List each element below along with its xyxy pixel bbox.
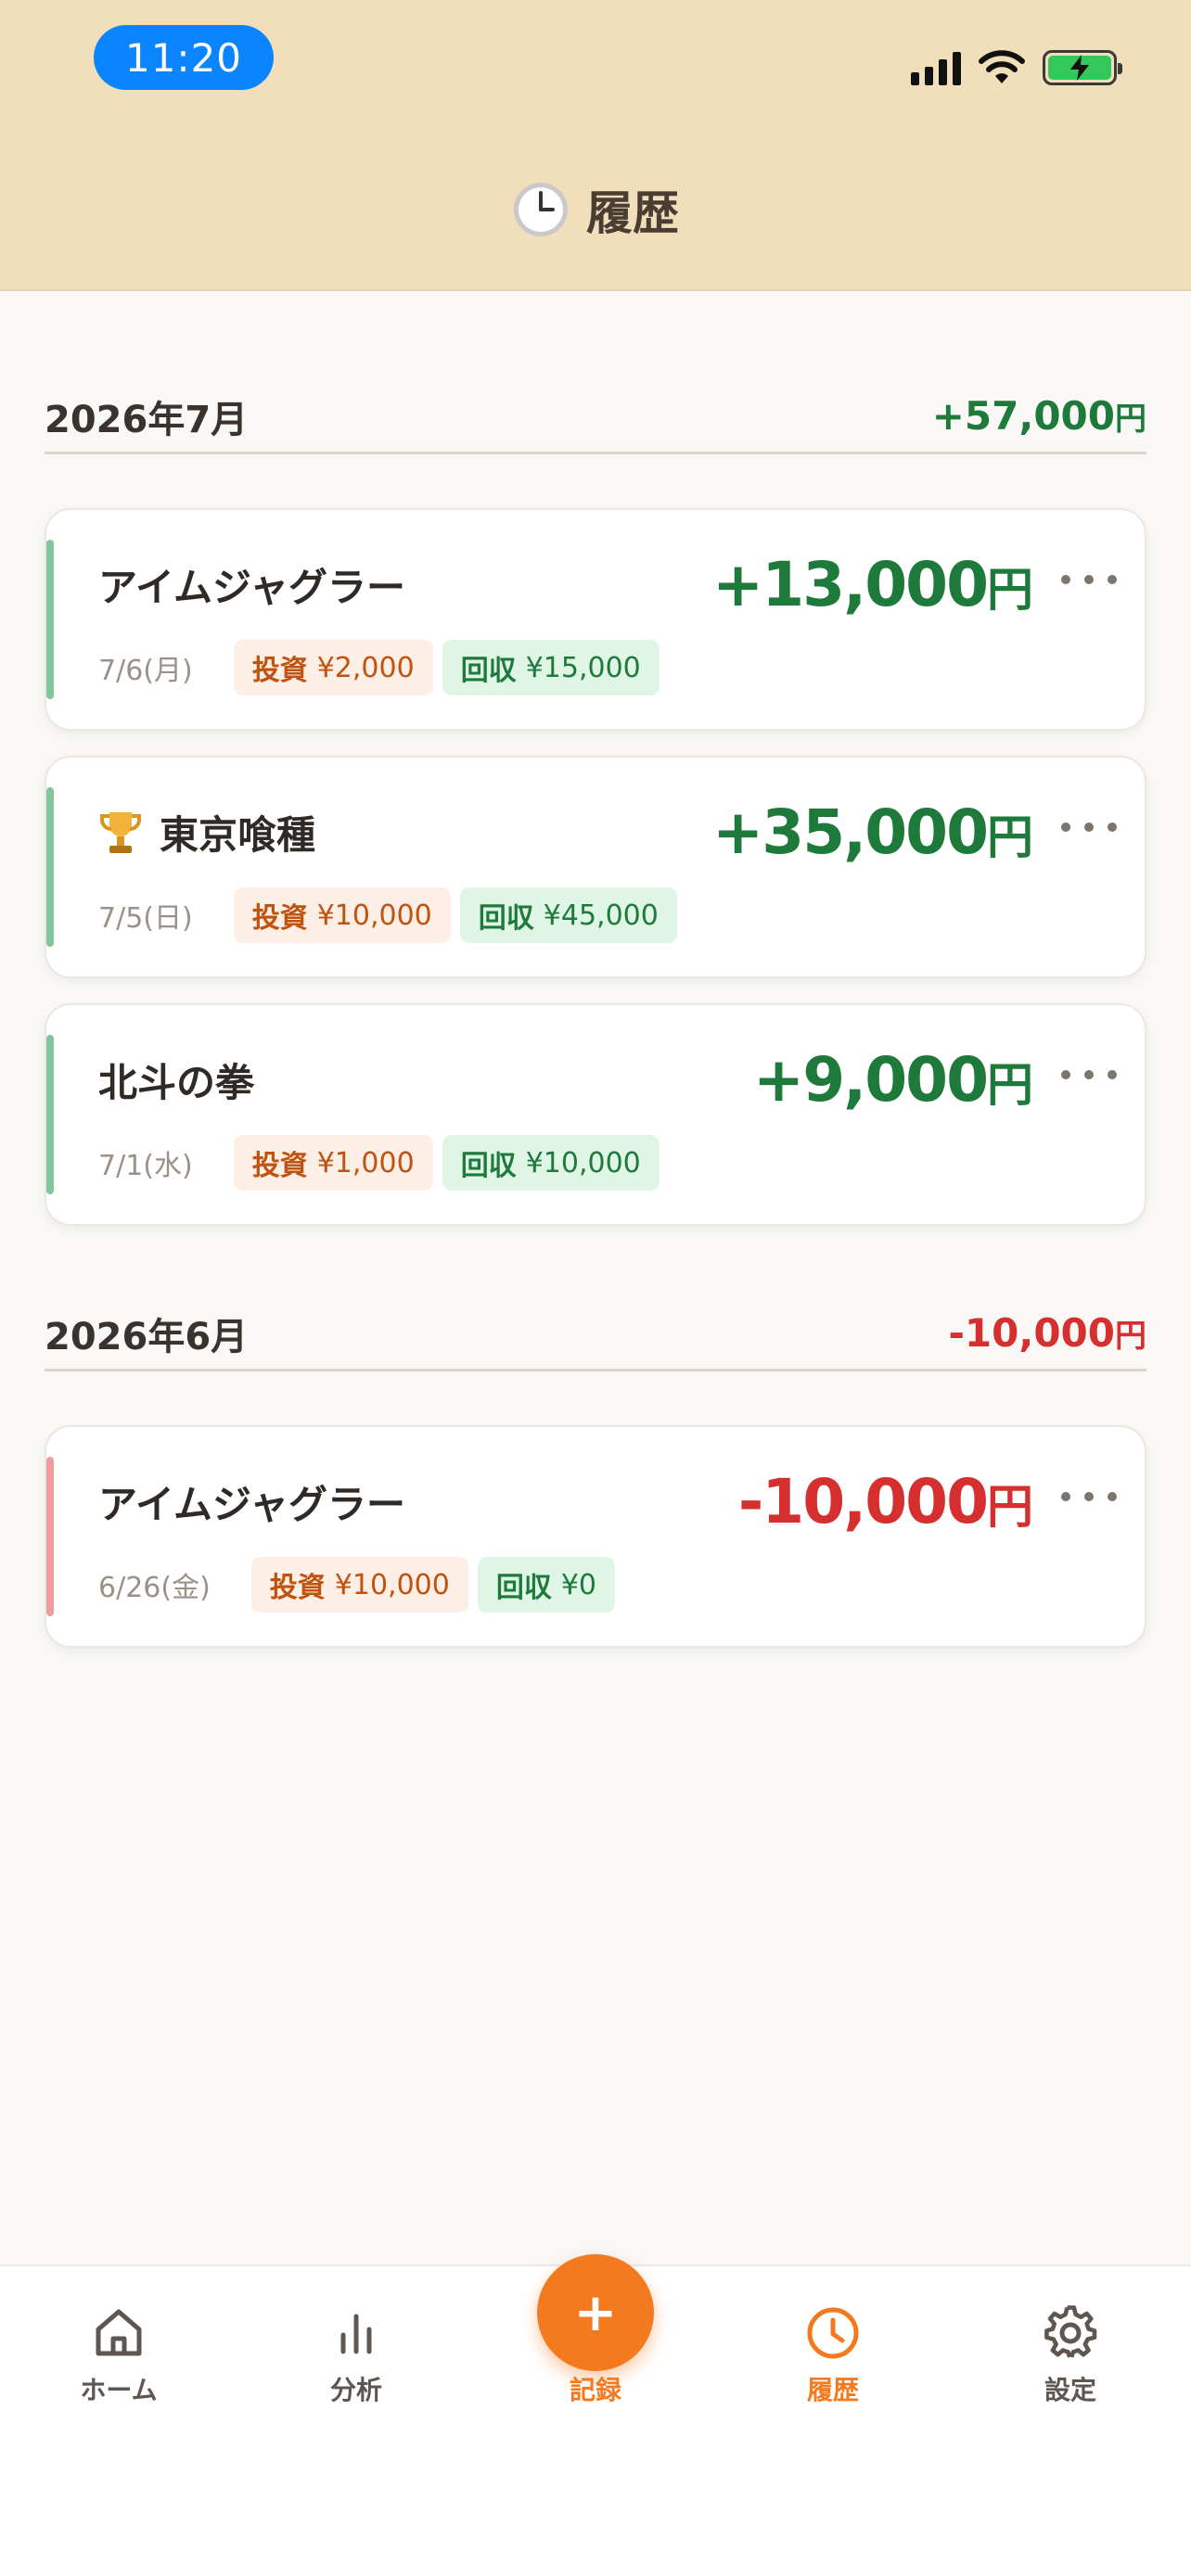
result-amount: +13,000円 — [712, 549, 1033, 620]
recover-badge: 回収 ¥10,000 — [442, 1135, 660, 1191]
month-total-value: +57,000 — [931, 393, 1115, 439]
gear-icon — [1044, 2305, 1097, 2358]
clock-icon — [514, 183, 568, 236]
entry-meta: 7/6(月) 投資 ¥2,000 回収 ¥15,000 — [98, 640, 660, 695]
result-indicator — [46, 787, 54, 947]
record-label: 記録 — [569, 2375, 621, 2405]
result-amount: +35,000円 — [712, 797, 1033, 868]
nav-settings-label: 設定 — [1044, 2375, 1096, 2405]
machine-name-text: 東京喰種 — [160, 812, 316, 858]
nav-history[interactable]: 履歴 — [759, 2303, 907, 2407]
record-button[interactable]: + — [537, 2254, 654, 2371]
recover-value: ¥45,000 — [543, 899, 659, 932]
status-time: 11:20 — [94, 25, 274, 90]
result-indicator — [46, 540, 54, 699]
result-amount-value: +13,000 — [712, 549, 989, 620]
month-header: 2026年7月 +57,000円 — [45, 380, 1146, 454]
machine-name-text: アイムジャグラー — [98, 1482, 405, 1527]
recover-label: 回収 — [460, 1150, 517, 1182]
history-card[interactable]: アイムジャグラー +13,000円 7/6(月) 投資 ¥2,000 回収 ¥15,… — [45, 508, 1146, 731]
nav-history-label: 履歴 — [806, 2375, 859, 2405]
result-amount-value: +35,000 — [712, 797, 989, 868]
invest-value: ¥10,000 — [316, 899, 432, 932]
more-options-icon[interactable] — [1061, 1061, 1117, 1089]
invest-badge: 投資 ¥10,000 — [233, 887, 451, 943]
machine-name: 北斗の拳 — [98, 1052, 254, 1108]
app-header: 11:20 履歴 — [0, 0, 1191, 291]
history-card[interactable]: 北斗の拳 +9,000円 7/1(水) 投資 ¥1,000 回収 ¥10,000 — [45, 1003, 1146, 1226]
entry-meta: 6/26(金) 投資 ¥10,000 回収 ¥0 — [98, 1557, 616, 1613]
recover-value: ¥15,000 — [525, 651, 641, 684]
bar-chart-icon — [340, 2314, 372, 2354]
invest-label: 投資 — [251, 655, 308, 687]
nav-home[interactable]: ホーム — [45, 2303, 193, 2407]
more-options-icon[interactable] — [1061, 813, 1117, 841]
history-card[interactable]: 東京喰種 +35,000円 7/5(日) 投資 ¥10,000 回収 ¥45,000 — [45, 756, 1146, 978]
currency-unit: 円 — [1115, 401, 1146, 438]
more-options-icon[interactable] — [1061, 1483, 1117, 1511]
machine-name: アイムジャグラー — [98, 556, 405, 613]
result-amount-value: +9,000 — [752, 1044, 989, 1116]
entry-date: 7/5(日) — [98, 902, 193, 935]
month-total: -10,000円 — [948, 1310, 1146, 1356]
result-indicator — [46, 1457, 54, 1616]
entry-date: 7/6(月) — [98, 655, 193, 687]
clock-icon — [807, 2307, 859, 2359]
nav-settings[interactable]: 設定 — [996, 2303, 1145, 2407]
invest-label: 投資 — [269, 1572, 326, 1604]
currency-unit: 円 — [987, 563, 1033, 617]
currency-unit: 円 — [987, 1058, 1033, 1112]
page-title-text: 履歴 — [586, 186, 679, 240]
invest-value: ¥2,000 — [316, 651, 415, 684]
trophy-icon — [100, 811, 141, 853]
invest-value: ¥1,000 — [316, 1146, 415, 1180]
entry-meta: 7/1(水) 投資 ¥1,000 回収 ¥10,000 — [98, 1135, 660, 1191]
currency-unit: 円 — [1115, 1318, 1146, 1355]
result-amount: +9,000円 — [753, 1044, 1033, 1116]
history-card[interactable]: アイムジャグラー -10,000円 6/26(金) 投資 ¥10,000 回収 ¥0 — [45, 1425, 1146, 1648]
recover-label: 回収 — [495, 1572, 552, 1604]
wifi-icon — [979, 50, 1025, 83]
invest-badge: 投資 ¥2,000 — [233, 640, 433, 695]
more-options-icon[interactable] — [1061, 566, 1117, 593]
entry-date: 6/26(金) — [98, 1572, 211, 1604]
machine-name: アイムジャグラー — [98, 1473, 405, 1530]
result-amount-value: -10,000 — [737, 1466, 989, 1537]
home-icon — [96, 2309, 142, 2356]
result-amount: -10,000円 — [738, 1466, 1033, 1537]
currency-unit: 円 — [987, 1480, 1033, 1534]
page-title: 履歴 — [0, 176, 1191, 243]
recover-label: 回収 — [478, 902, 534, 935]
month-total: +57,000円 — [932, 393, 1146, 439]
result-indicator — [46, 1035, 54, 1194]
month-label: 2026年7月 — [45, 398, 249, 441]
month-header: 2026年6月 -10,000円 — [45, 1297, 1146, 1371]
invest-label: 投資 — [251, 902, 308, 935]
entry-meta: 7/5(日) 投資 ¥10,000 回収 ¥45,000 — [98, 887, 677, 943]
nav-analysis[interactable]: 分析 — [282, 2303, 430, 2407]
recover-value: ¥0 — [560, 1568, 597, 1601]
currency-unit: 円 — [987, 810, 1033, 864]
recover-badge: 回収 ¥45,000 — [459, 887, 677, 943]
invest-value: ¥10,000 — [334, 1568, 450, 1601]
entry-date: 7/1(水) — [98, 1150, 193, 1182]
recover-value: ¥10,000 — [525, 1146, 641, 1180]
cellular-signal-icon — [911, 50, 961, 85]
machine-name-text: アイムジャグラー — [98, 565, 405, 610]
plus-icon: + — [573, 2282, 618, 2343]
month-label: 2026年6月 — [45, 1315, 249, 1358]
recover-label: 回収 — [460, 655, 517, 687]
month-total-value: -10,000 — [948, 1310, 1115, 1356]
invest-label: 投資 — [251, 1150, 308, 1182]
machine-name-text: 北斗の拳 — [98, 1060, 255, 1105]
machine-name: 東京喰種 — [98, 804, 315, 861]
battery-charging-icon — [1043, 50, 1122, 85]
invest-badge: 投資 ¥1,000 — [233, 1135, 433, 1191]
nav-analysis-label: 分析 — [329, 2375, 382, 2405]
nav-home-label: ホーム — [80, 2375, 158, 2405]
status-icons — [911, 45, 1122, 91]
recover-badge: 回収 ¥0 — [477, 1557, 616, 1613]
invest-badge: 投資 ¥10,000 — [250, 1557, 468, 1613]
recover-badge: 回収 ¥15,000 — [442, 640, 660, 695]
